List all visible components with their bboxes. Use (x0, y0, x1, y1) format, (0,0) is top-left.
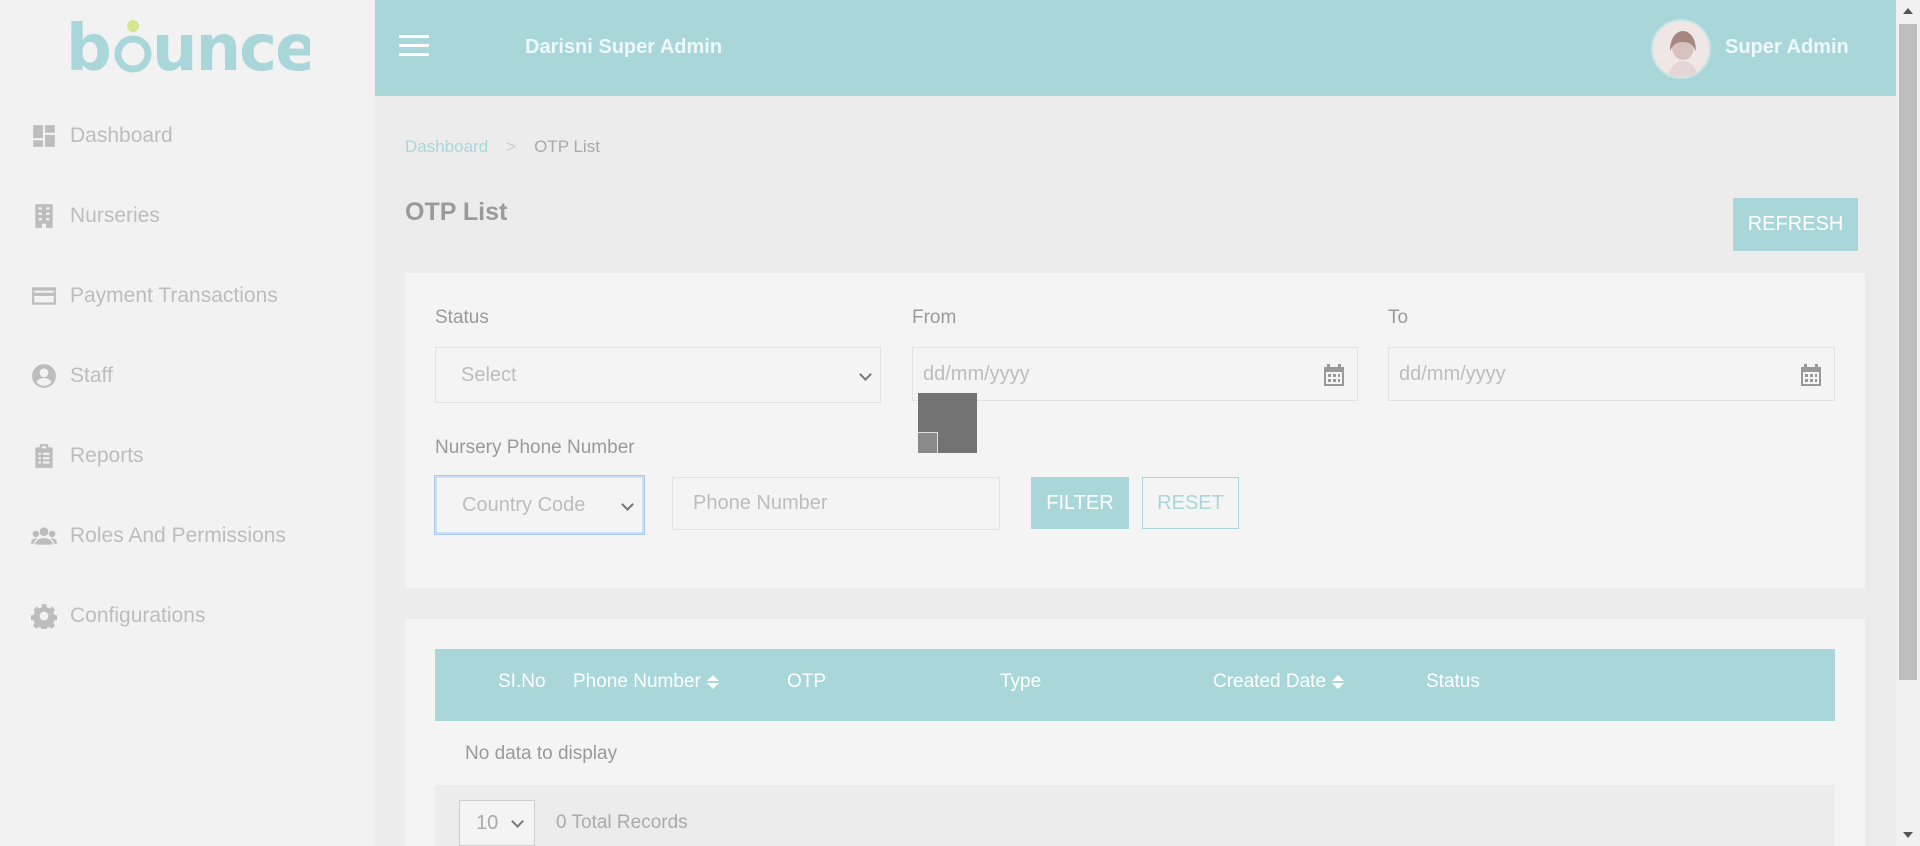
sidebar-item-roles-and-permissions[interactable]: Roles And Permissions (30, 516, 286, 556)
svg-text:unce: unce (152, 14, 310, 86)
filter-panel: Status Select From dd/mm/yyyy To dd/mm/y… (405, 273, 1865, 588)
from-date-placeholder: dd/mm/yyyy (923, 362, 1030, 385)
status-select-value: Select (461, 363, 517, 386)
sidebar-item-label: Payment Transactions (70, 284, 278, 307)
page-size-select[interactable]: 10 (459, 800, 535, 846)
table-header: SI.No Phone Number OTP Type Created Date… (435, 649, 1835, 721)
top-header: Darisni Super Admin Super Admin (375, 0, 1896, 96)
column-header-created-date[interactable]: Created Date (1213, 671, 1345, 693)
country-code-select[interactable]: Country Code (435, 476, 644, 534)
filter-button[interactable]: FILTER (1031, 477, 1129, 529)
chevron-down-icon (511, 815, 524, 828)
page-title: OTP List (405, 198, 508, 226)
chevron-down-icon (621, 498, 634, 511)
sort-icon (1332, 675, 1345, 689)
sidebar-item-label: Staff (70, 364, 113, 387)
breadcrumb: Dashboard > OTP List (405, 137, 600, 157)
header-title: Darisni Super Admin (525, 36, 723, 58)
sidebar-item-nurseries[interactable]: Nurseries (30, 196, 160, 236)
column-header-otp: OTP (787, 671, 827, 692)
user-circle-icon (30, 362, 58, 390)
scroll-down-arrow-icon[interactable] (1903, 832, 1913, 838)
table-footer: 10 0 Total Records (435, 785, 1835, 846)
to-date-input[interactable]: dd/mm/yyyy (1388, 347, 1835, 401)
sidebar: b unce Dashboard Nurseries Payment Trans… (0, 0, 375, 846)
building-icon (30, 202, 58, 230)
to-label: To (1388, 307, 1409, 328)
scroll-up-arrow-icon[interactable] (1903, 8, 1913, 14)
users-icon (30, 522, 58, 550)
scrollbar-thumb[interactable] (1899, 24, 1917, 680)
sidebar-item-dashboard[interactable]: Dashboard (30, 116, 173, 156)
sidebar-item-label: Configurations (70, 604, 206, 627)
refresh-button[interactable]: REFRESH (1733, 198, 1858, 251)
sidebar-item-configurations[interactable]: Configurations (30, 596, 205, 636)
calendar-icon[interactable] (1800, 363, 1822, 387)
sort-icon (706, 675, 719, 689)
total-records-count: 0 Total Records (556, 812, 688, 833)
sidebar-item-label: Roles And Permissions (70, 524, 286, 547)
sidebar-item-payment-transactions[interactable]: Payment Transactions (30, 276, 278, 316)
status-label: Status (435, 307, 489, 328)
logo-graphic: b unce (66, 14, 310, 86)
gear-icon (30, 602, 58, 630)
dashboard-icon (30, 122, 58, 150)
calendar-icon[interactable] (1323, 363, 1345, 387)
avatar[interactable] (1651, 19, 1711, 79)
status-select[interactable]: Select (435, 347, 881, 403)
column-header-phone-number[interactable]: Phone Number (573, 671, 719, 693)
breadcrumb-separator: > (506, 137, 517, 156)
to-date-placeholder: dd/mm/yyyy (1399, 362, 1506, 385)
column-header-type: Type (1000, 671, 1042, 692)
sidebar-item-label: Nurseries (70, 204, 160, 227)
chevron-down-icon (859, 368, 872, 381)
sidebar-item-staff[interactable]: Staff (30, 356, 113, 396)
floating-overlay (918, 393, 977, 453)
phone-number-placeholder: Phone Number (693, 492, 828, 514)
credit-card-icon (30, 282, 58, 310)
otp-table-panel: SI.No Phone Number OTP Type Created Date… (405, 619, 1865, 846)
reset-button[interactable]: RESET (1142, 477, 1239, 529)
bounce-logo[interactable]: b unce (66, 14, 310, 86)
sidebar-item-reports[interactable]: Reports (30, 436, 144, 476)
sidebar-item-label: Dashboard (70, 124, 173, 147)
breadcrumb-current: OTP List (534, 137, 600, 156)
clipboard-icon (30, 442, 58, 470)
country-code-value: Country Code (462, 493, 586, 516)
column-header-sino: SI.No (498, 671, 546, 692)
sidebar-item-label: Reports (70, 444, 144, 467)
column-header-status: Status (1426, 671, 1480, 692)
breadcrumb-home-link[interactable]: Dashboard (405, 137, 488, 157)
svg-text:b: b (66, 14, 110, 86)
empty-table-message: No data to display (465, 743, 618, 764)
page-size-value: 10 (476, 811, 499, 834)
from-date-input[interactable]: dd/mm/yyyy (912, 347, 1358, 401)
from-label: From (912, 307, 957, 328)
phone-number-input[interactable]: Phone Number (672, 477, 1000, 530)
menu-toggle-icon[interactable] (399, 35, 429, 59)
avatar-image (1653, 21, 1709, 77)
nursery-phone-label: Nursery Phone Number (435, 437, 635, 458)
page-scrollbar[interactable] (1896, 0, 1920, 846)
user-name[interactable]: Super Admin (1725, 36, 1849, 59)
